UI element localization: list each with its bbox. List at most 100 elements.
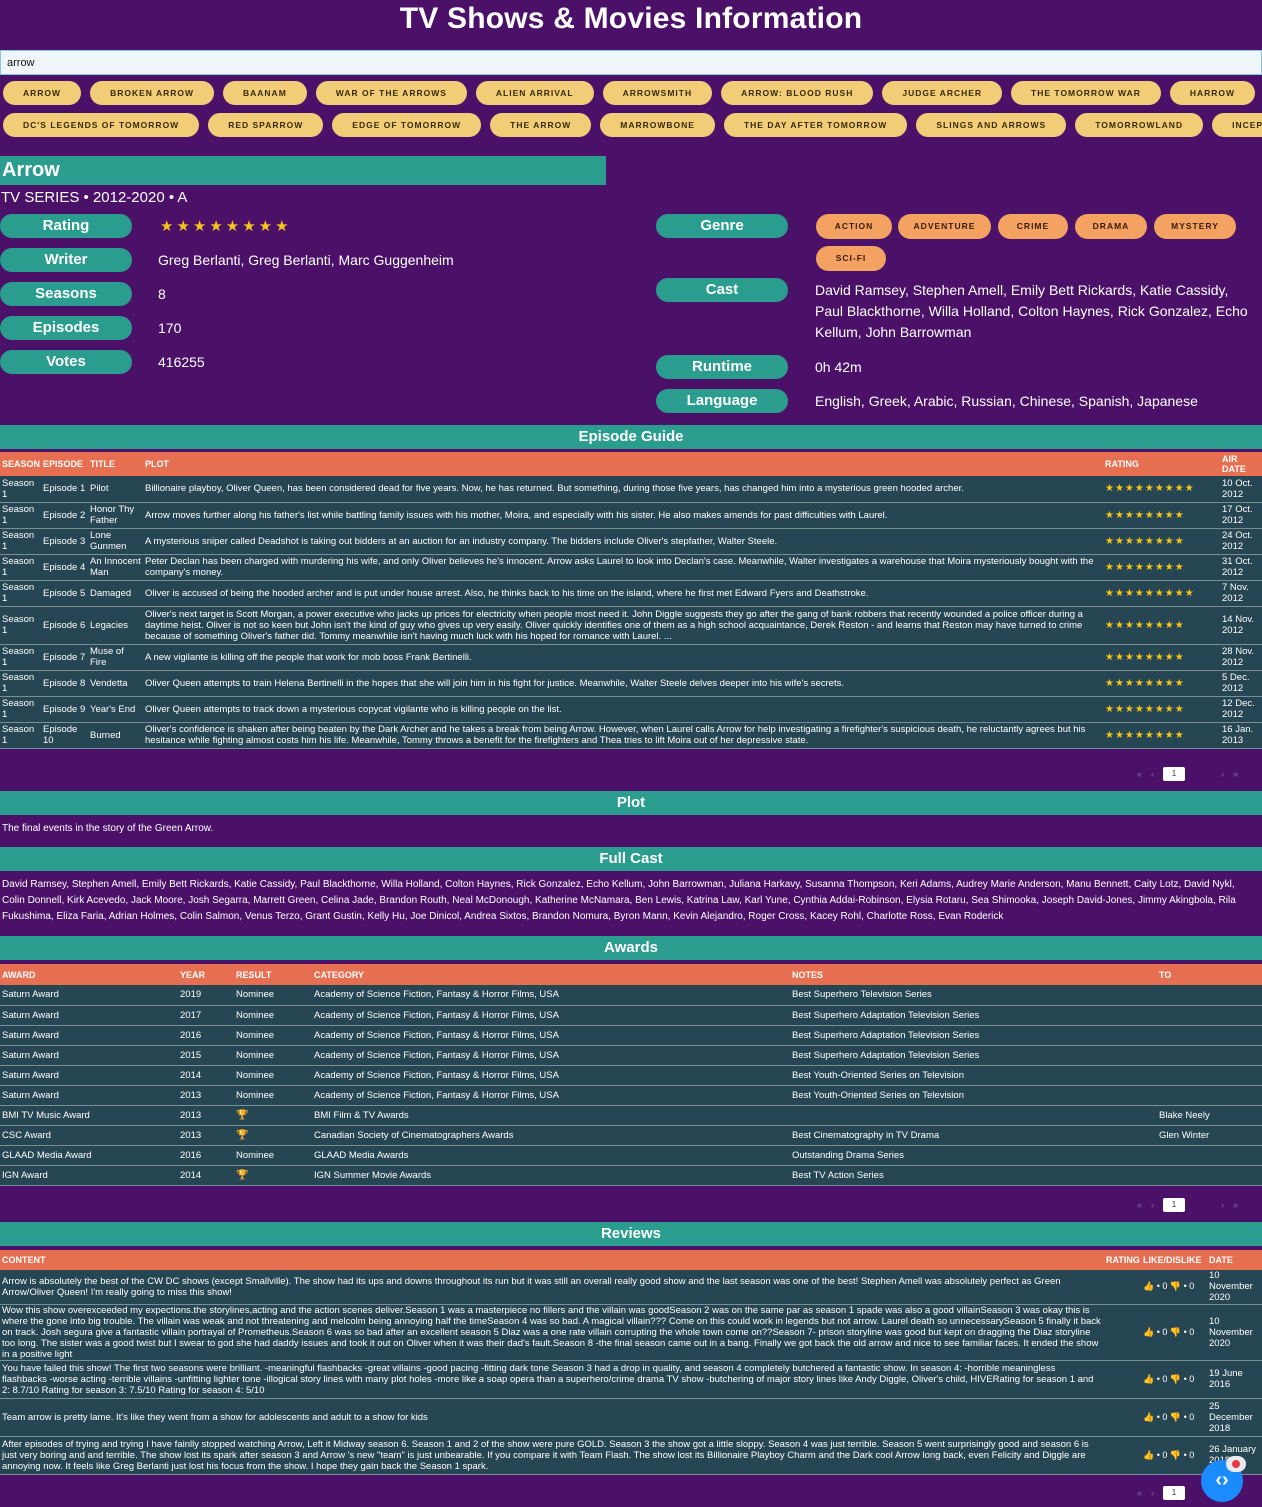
suggestion-chip[interactable]: HARROW bbox=[1169, 81, 1256, 105]
award-notes: Best Youth-Oriented Series on Television bbox=[790, 1085, 1157, 1106]
review-row: You have failed this show! The first two… bbox=[0, 1360, 1262, 1399]
col-air-date: AIR DATE bbox=[1220, 452, 1262, 476]
search-input[interactable] bbox=[0, 50, 1262, 75]
dislike-count: 0 bbox=[1189, 1326, 1195, 1337]
episode-row[interactable]: Season 1 Episode 5 Damaged Oliver is accuse… bbox=[0, 580, 1262, 607]
review-like-dislike: 👍 • 0 👎 • 0 bbox=[1141, 1270, 1207, 1305]
plot-heading: Plot bbox=[0, 791, 1262, 815]
suggestion-chip[interactable]: ALIEN ARRIVAL bbox=[475, 81, 594, 105]
episode-row[interactable]: Season 1 Episode 1 Pilot Billionaire playbo… bbox=[0, 476, 1262, 503]
suggestion-chip[interactable]: THE TOMORROW WAR bbox=[1011, 81, 1161, 105]
suggestion-chip[interactable]: EDGE OF TOMORROW bbox=[332, 113, 482, 137]
genre-chip[interactable]: ADVENTURE bbox=[898, 214, 991, 239]
trophy-icon: 🏆 bbox=[234, 1105, 312, 1126]
episode-row[interactable]: Season 1 Episode 9 Year's End Oliver Queen … bbox=[0, 696, 1262, 723]
thumbs-down-icon[interactable]: 👎 bbox=[1170, 1450, 1181, 1460]
episode-episode: Episode 5 bbox=[41, 580, 88, 607]
pager-prev[interactable]: ‹ bbox=[1151, 1488, 1154, 1498]
thumbs-down-icon[interactable]: 👎 bbox=[1170, 1327, 1181, 1337]
award-to: Glen Winter bbox=[1157, 1125, 1262, 1146]
pager-last[interactable]: » bbox=[1233, 1200, 1238, 1210]
thumbs-up-icon[interactable]: 👍 bbox=[1143, 1412, 1154, 1422]
thumbs-down-icon[interactable]: 👎 bbox=[1170, 1412, 1181, 1422]
award-category: BMI Film & TV Awards bbox=[312, 1105, 790, 1126]
suggestion-chip[interactable]: MARROWBONE bbox=[600, 113, 715, 137]
runtime-label: Runtime bbox=[656, 355, 788, 379]
episode-row[interactable]: Season 1 Episode 7 Muse of Fire A new vigil… bbox=[0, 644, 1262, 671]
suggestion-chip[interactable]: RED SPARROW bbox=[208, 113, 324, 137]
pager-first[interactable]: « bbox=[1137, 1488, 1142, 1498]
episode-rating-stars: ★★★★★★★★ bbox=[1103, 722, 1220, 749]
genre-chip[interactable]: ACTION bbox=[816, 214, 892, 239]
thumbs-up-icon[interactable]: 👍 bbox=[1143, 1327, 1154, 1337]
genre-chip[interactable]: MYSTERY bbox=[1154, 214, 1236, 239]
suggestion-chip[interactable]: THE DAY AFTER TOMORROW bbox=[723, 113, 908, 137]
pager-first[interactable]: « bbox=[1137, 1200, 1142, 1210]
dislike-count: 0 bbox=[1189, 1281, 1195, 1292]
suggestion-chip[interactable]: ARROW: BLOOD RUSH bbox=[721, 81, 874, 105]
cast-label: Cast bbox=[656, 278, 788, 302]
suggestion-chip[interactable]: BAANAM bbox=[223, 81, 307, 105]
award-award: IGN Award bbox=[0, 1165, 178, 1186]
suggestion-chip[interactable]: DC'S LEGENDS OF TOMORROW bbox=[3, 113, 200, 137]
pager-prev[interactable]: ‹ bbox=[1151, 1200, 1154, 1210]
suggestion-row-2: DC'S LEGENDS OF TOMORROW RED SPARROW EDGE … bbox=[3, 113, 1262, 137]
thumbs-up-icon[interactable]: 👍 bbox=[1143, 1281, 1154, 1291]
pager-next[interactable]: › bbox=[1221, 769, 1224, 779]
suggestion-chip[interactable]: INCEPTION bbox=[1212, 113, 1262, 137]
thumbs-up-icon[interactable]: 👍 bbox=[1143, 1374, 1154, 1384]
suggestion-chip[interactable]: TOMORROWLAND bbox=[1075, 113, 1204, 137]
genre-chip[interactable]: CRIME bbox=[998, 214, 1068, 239]
award-category: Academy of Science Fiction, Fantasy & Ho… bbox=[312, 1065, 790, 1086]
suggestion-chip[interactable]: ARROWSMITH bbox=[602, 81, 713, 105]
trophy-icon: 🏆 bbox=[234, 1125, 312, 1146]
episode-row[interactable]: Season 1 Episode 10 Burned Oliver's confide… bbox=[0, 722, 1262, 749]
episode-row[interactable]: Season 1 Episode 4 An Innocent Man Peter De… bbox=[0, 554, 1262, 581]
pager-page[interactable]: 1 bbox=[1163, 1486, 1186, 1500]
suggestion-chip[interactable]: THE ARROW bbox=[490, 113, 592, 137]
pager-first[interactable]: « bbox=[1137, 769, 1142, 779]
col-award: AWARD bbox=[0, 964, 178, 985]
episode-title: Burned bbox=[88, 722, 143, 749]
review-content: You have failed this show! The first two… bbox=[0, 1360, 1104, 1399]
award-award: Saturn Award bbox=[0, 1005, 178, 1026]
award-to bbox=[1157, 1065, 1262, 1086]
suggestion-chip[interactable]: SLINGS AND ARROWS bbox=[916, 113, 1067, 137]
episode-row[interactable]: Season 1 Episode 8 Vendetta Oliver Queen at… bbox=[0, 670, 1262, 697]
thumbs-up-icon[interactable]: 👍 bbox=[1143, 1450, 1154, 1460]
episode-row[interactable]: Season 1 Episode 2 Honor Thy Father Arrow m… bbox=[0, 502, 1262, 529]
episode-row[interactable]: Season 1 Episode 6 Legacies Oliver's next t… bbox=[0, 606, 1262, 645]
suggestion-chip[interactable]: WAR OF THE ARROWS bbox=[315, 81, 467, 105]
genre-chip[interactable]: SCI-FI bbox=[816, 246, 886, 271]
dislike-count: 0 bbox=[1189, 1449, 1195, 1460]
award-award: Saturn Award bbox=[0, 1085, 178, 1106]
seasons-label: Seasons bbox=[0, 282, 132, 306]
pager-next[interactable]: › bbox=[1221, 1200, 1224, 1210]
suggestion-chip[interactable]: ARROW bbox=[3, 81, 82, 105]
award-notes: Best Superhero Adaptation Television Ser… bbox=[790, 1005, 1157, 1026]
suggestion-chip[interactable]: JUDGE ARCHER bbox=[882, 81, 1003, 105]
review-row: After episodes of trying and trying I ha… bbox=[0, 1436, 1262, 1475]
review-rating bbox=[1104, 1304, 1141, 1361]
episode-air-date: 12 Dec. 2012 bbox=[1220, 696, 1262, 723]
episode-episode: Episode 3 bbox=[41, 528, 88, 555]
award-row: Saturn Award 2017 Nominee Academy of Scienc… bbox=[0, 1005, 1262, 1026]
award-result: Nominee bbox=[234, 1025, 312, 1046]
suggestion-chip[interactable]: BROKEN ARROW bbox=[90, 81, 214, 105]
pager-page[interactable]: 1 bbox=[1163, 1198, 1186, 1212]
pager-page[interactable]: 1 bbox=[1163, 767, 1186, 781]
review-rating bbox=[1104, 1436, 1141, 1475]
episode-season: Season 1 bbox=[0, 722, 41, 749]
award-category: Academy of Science Fiction, Fantasy & Ho… bbox=[312, 985, 790, 1006]
review-rating bbox=[1104, 1398, 1141, 1437]
award-notes: Best Superhero Adaptation Television Ser… bbox=[790, 1045, 1157, 1066]
genre-chip[interactable]: DRAMA bbox=[1075, 214, 1147, 239]
col-episode: EPISODE bbox=[41, 452, 88, 476]
thumbs-down-icon[interactable]: 👎 bbox=[1170, 1281, 1181, 1291]
review-date: 19 June 2016 bbox=[1207, 1360, 1262, 1399]
thumbs-down-icon[interactable]: 👎 bbox=[1170, 1374, 1181, 1384]
show-meta: TV SERIES • 2012-2020 • A bbox=[1, 189, 188, 206]
pager-last[interactable]: » bbox=[1233, 769, 1238, 779]
pager-prev[interactable]: ‹ bbox=[1151, 769, 1154, 779]
episode-row[interactable]: Season 1 Episode 3 Lone Gunmen A mysterious… bbox=[0, 528, 1262, 555]
